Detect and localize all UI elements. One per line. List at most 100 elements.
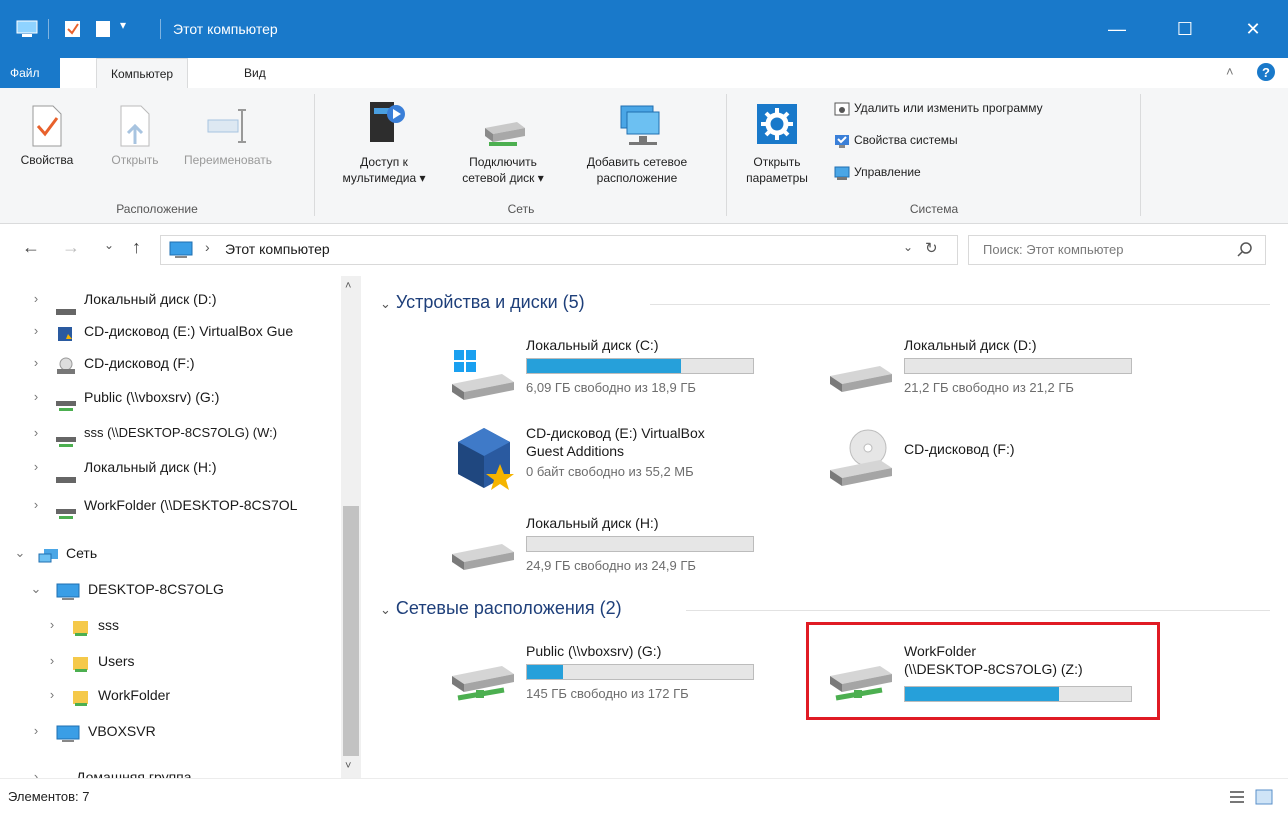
nav-item-users-share[interactable]: › Users (0, 646, 340, 676)
expand-chevron-icon[interactable]: › (30, 716, 42, 746)
section-divider (650, 304, 1270, 305)
network-drive-icon (452, 666, 514, 701)
shared-folder-icon (72, 653, 90, 683)
help-icon[interactable]: ? (1256, 62, 1276, 85)
collapse-ribbon-icon[interactable]: ˄ (1226, 64, 1234, 79)
expand-chevron-icon[interactable]: › (46, 646, 58, 676)
expand-chevron-icon[interactable]: › (30, 418, 42, 448)
open-button[interactable]: Открыть (100, 104, 170, 168)
devices-section-header[interactable]: ⌄ Устройства и диски (5) (380, 292, 1280, 313)
properties-icon (32, 105, 62, 147)
expand-chevron-icon[interactable]: › (30, 284, 42, 314)
nav-item-vboxsvr[interactable]: › VBOXSVR (0, 716, 340, 746)
drive-c[interactable]: Локальный диск (C:) 6,09 ГБ свободно из … (446, 334, 786, 404)
nav-item-sss-w[interactable]: › sss (\\DESKTOP-8CS7OLG) (W:) (0, 418, 340, 448)
up-arrow-icon[interactable]: ↑ (132, 237, 141, 258)
expand-chevron-icon[interactable]: › (30, 348, 42, 378)
divider (160, 19, 161, 39)
drive-name-line-2: Guest Additions (526, 443, 625, 459)
network-drive-z[interactable]: WorkFolder (\\DESKTOP-8CS7OLG) (Z:) (824, 640, 1154, 710)
nav-item-cd-drive-e[interactable]: › CD-дисковод (E:) VirtualBox Gue (0, 316, 340, 346)
nav-item-sss-share[interactable]: › sss (0, 610, 340, 640)
network-section-header[interactable]: ⌄ Сетевые расположения (2) (380, 598, 1280, 619)
tab-view[interactable]: Вид (230, 58, 280, 88)
drive-d[interactable]: Локальный диск (D:) 21,2 ГБ свободно из … (824, 334, 1164, 404)
shared-folder-icon (72, 617, 90, 647)
recent-locations-icon[interactable]: ⌄ (104, 238, 114, 252)
nav-item-homegroup[interactable]: › Домашняя группа (0, 762, 340, 778)
drive-h[interactable]: Локальный диск (H:) 24,9 ГБ свободно из … (446, 512, 786, 582)
this-pc-icon (16, 20, 38, 38)
scroll-up-icon[interactable]: ˄ (345, 280, 351, 292)
open-settings-label-1: Открыть (753, 155, 801, 169)
expand-chevron-icon[interactable]: › (30, 316, 42, 346)
rename-label: Переименовать (184, 153, 272, 167)
search-box[interactable]: Поиск: Этот компьютер (968, 235, 1266, 265)
media-access-label-1: Доступ к (360, 155, 408, 169)
properties-button[interactable]: Свойства (18, 104, 76, 168)
refresh-icon[interactable]: ↻ (925, 239, 938, 257)
group-label-location: Расположение (116, 202, 198, 216)
expand-chevron-icon[interactable]: › (30, 490, 42, 520)
map-network-drive-button[interactable]: Подключить сетевой диск ▾ (446, 98, 560, 186)
new-folder-quick-icon[interactable] (94, 20, 112, 38)
drive-usage-bar (904, 686, 1132, 702)
breadcrumb-separator-icon[interactable]: › (205, 239, 210, 255)
cd-drive-f[interactable]: CD-дисковод (F:) (824, 422, 1164, 498)
collapse-chevron-icon[interactable]: ⌄ (380, 296, 391, 311)
nav-item-label: CD-дисковод (E:) VirtualBox Gue (84, 323, 294, 339)
nav-item-local-disk-h[interactable]: › Локальный диск (H:) (0, 452, 340, 483)
tab-file[interactable]: Файл (0, 58, 60, 88)
properties-quick-icon[interactable] (64, 20, 82, 38)
expand-chevron-icon[interactable]: › (30, 382, 42, 412)
network-drive-g[interactable]: Public (\\vboxsrv) (G:) 145 ГБ свободно … (446, 640, 786, 710)
nav-scrollbar-thumb[interactable] (343, 506, 359, 756)
uninstall-program-button[interactable]: Удалить или изменить программу (834, 98, 1043, 118)
nav-item-network[interactable]: ⌄ Сеть (0, 538, 340, 568)
large-icons-view-icon[interactable] (1254, 788, 1274, 809)
forward-arrow-icon[interactable]: → (62, 237, 80, 258)
drive-name: Локальный диск (H:) (526, 515, 659, 531)
search-icon[interactable] (1237, 241, 1253, 260)
nav-item-workfolder-share[interactable]: › WorkFolder (0, 680, 340, 710)
add-network-location-button[interactable]: Добавить сетевое расположение (562, 98, 712, 186)
nav-item-cd-drive-f[interactable]: › CD-дисковод (F:) (0, 348, 340, 378)
nav-item-label: CD-дисковод (F:) (84, 355, 195, 371)
cd-drive-e[interactable]: CD-дисковод (E:) VirtualBox Guest Additi… (446, 422, 786, 498)
nav-item-label: WorkFolder (98, 687, 171, 703)
manage-button[interactable]: Управление (834, 162, 921, 182)
scroll-down-icon[interactable]: ˅ (345, 760, 351, 772)
system-properties-button[interactable]: Свойства системы (834, 130, 958, 150)
nav-item-desktop-computer[interactable]: ⌄ DESKTOP-8CS7OLG (0, 574, 340, 604)
details-view-icon[interactable] (1228, 789, 1246, 808)
nav-item-label: Локальный диск (H:) (84, 459, 217, 475)
minimize-button[interactable]: — (1088, 0, 1146, 58)
nav-item-workfolder-z[interactable]: › WorkFolder (\\DESKTOP-8CS7OL (0, 490, 340, 520)
close-button[interactable]: ✕ (1224, 0, 1282, 58)
expand-chevron-icon[interactable]: › (46, 610, 58, 640)
nav-item-public-g[interactable]: › Public (\\vboxsrv) (G:) (0, 382, 340, 412)
collapse-chevron-icon[interactable]: ⌄ (14, 538, 26, 568)
rename-button[interactable]: Переименовать (176, 104, 280, 168)
media-access-button[interactable]: Доступ к мультимедиа ▾ (324, 98, 444, 186)
address-row: ← → ⌄ ↑ › Этот компьютер ⌄ ↻ Поиск: Этот… (0, 224, 1288, 274)
expand-chevron-icon[interactable]: › (46, 680, 58, 710)
customize-quick-access-icon[interactable]: ▾ (120, 18, 126, 36)
system-properties-label: Свойства системы (854, 133, 958, 147)
tab-computer[interactable]: Компьютер (96, 58, 189, 90)
expand-chevron-icon[interactable]: › (30, 762, 42, 778)
drive-usage-bar (526, 536, 754, 552)
expand-chevron-icon[interactable]: › (30, 452, 42, 482)
address-bar[interactable]: › Этот компьютер ⌄ ↻ (160, 235, 958, 265)
nav-item-label: Локальный диск (D:) (84, 291, 217, 307)
address-dropdown-icon[interactable]: ⌄ (903, 240, 913, 254)
maximize-button[interactable]: ☐ (1156, 0, 1214, 58)
media-server-icon (370, 102, 405, 142)
collapse-chevron-icon[interactable]: ⌄ (30, 574, 42, 604)
nav-item-local-disk-d[interactable]: › Локальный диск (D:) (0, 284, 340, 315)
breadcrumb-this-pc[interactable]: Этот компьютер (225, 241, 330, 257)
search-placeholder: Поиск: Этот компьютер (983, 242, 1124, 257)
back-arrow-icon[interactable]: ← (22, 237, 40, 258)
open-settings-button[interactable]: Открыть параметры (732, 98, 822, 186)
collapse-chevron-icon[interactable]: ⌄ (380, 602, 391, 617)
